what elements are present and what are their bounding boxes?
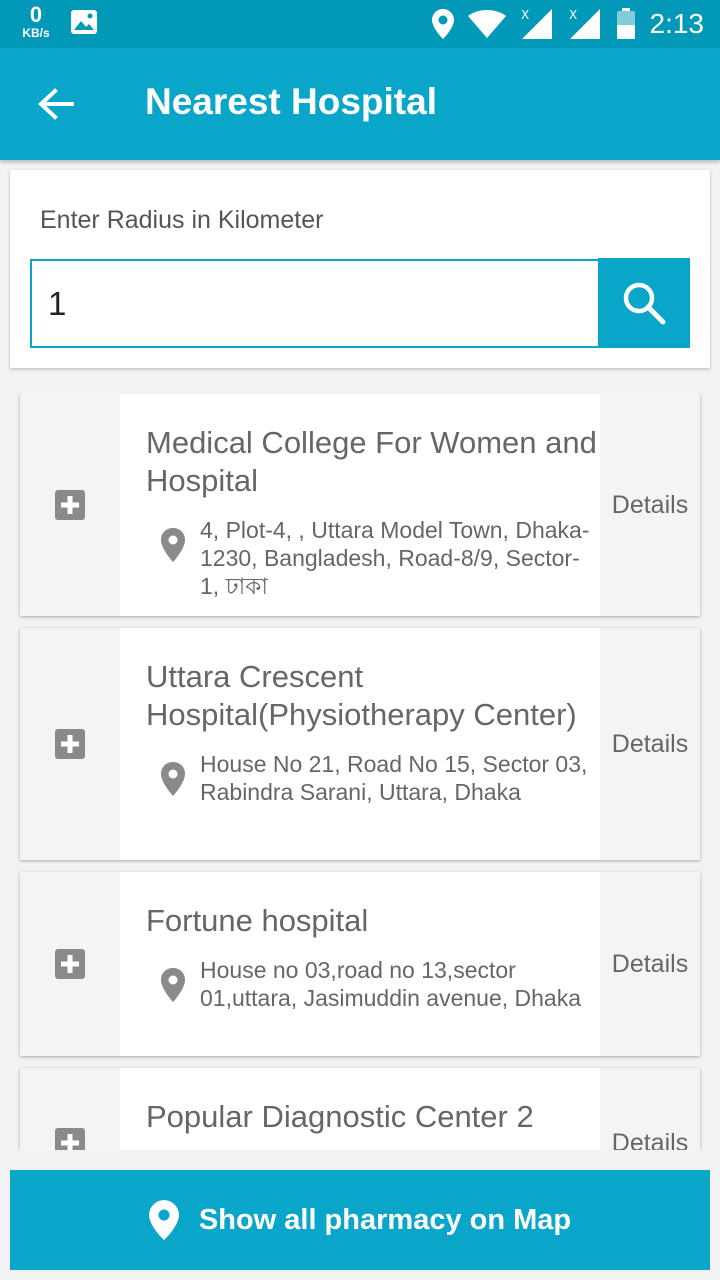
list-item-body[interactable]: Medical College For Women and Hospital 4… bbox=[120, 394, 600, 616]
hospital-name: Popular Diagnostic Center 2 bbox=[146, 1099, 534, 1134]
radius-input[interactable] bbox=[30, 259, 600, 348]
network-speed: 0 KB/s bbox=[16, 2, 56, 40]
app-bar: Nearest Hospital bbox=[0, 48, 720, 160]
location-icon bbox=[431, 9, 454, 39]
location-pin-icon bbox=[146, 516, 200, 562]
radius-label: Enter Radius in Kilometer bbox=[40, 206, 324, 234]
details-button[interactable]: Details bbox=[600, 1068, 700, 1151]
list-item[interactable]: Fortune hospital House no 03,road no 13,… bbox=[20, 872, 700, 1056]
hospital-name: Medical College For Women and Hospital bbox=[146, 425, 597, 498]
svg-text:X: X bbox=[521, 8, 529, 22]
hospital-address: House no 03,road no 13,sector 01,uttara,… bbox=[146, 956, 600, 1012]
status-left: 0 KB/s bbox=[16, 4, 98, 39]
clock: 2:13 bbox=[649, 8, 705, 39]
speed-value: 0 bbox=[29, 2, 43, 27]
hospital-cross-icon bbox=[20, 1068, 120, 1150]
list-item-body[interactable]: Uttara Crescent Hospital(Physiotherapy C… bbox=[120, 628, 600, 860]
hospital-cross-icon bbox=[20, 394, 120, 616]
hospital-cross-icon bbox=[20, 628, 120, 860]
hospital-address: 4, Plot-4, , Uttara Model Town, Dhaka-12… bbox=[146, 516, 600, 600]
show-map-button[interactable]: Show all pharmacy on Map bbox=[10, 1170, 710, 1270]
location-pin-icon bbox=[146, 750, 200, 796]
list-item-body[interactable]: Fortune hospital House no 03,road no 13,… bbox=[120, 872, 600, 1056]
address-text: 4, Plot-4, , Uttara Model Town, Dhaka-12… bbox=[200, 517, 590, 599]
address-text: House No 21, Road No 15, Sector 03, Rabi… bbox=[200, 751, 588, 805]
radius-card: Enter Radius in Kilometer bbox=[10, 170, 710, 368]
address-text: House no 03,road no 13,sector 01,uttara,… bbox=[200, 957, 582, 1011]
hospital-name: Uttara Crescent Hospital(Physiotherapy C… bbox=[146, 659, 577, 732]
speed-unit: KB/s bbox=[22, 26, 50, 40]
details-button[interactable]: Details bbox=[600, 394, 700, 616]
details-button[interactable]: Details bbox=[600, 872, 700, 1056]
battery-icon bbox=[616, 8, 635, 39]
hospital-cross-icon bbox=[20, 872, 120, 1056]
hospital-list[interactable]: Medical College For Women and Hospital 4… bbox=[0, 394, 720, 1150]
wifi-icon bbox=[467, 10, 506, 38]
hospital-address: House No 21, Road No 15, Sector 03, Rabi… bbox=[146, 750, 600, 806]
search-button[interactable] bbox=[598, 258, 690, 348]
list-item[interactable]: Medical College For Women and Hospital 4… bbox=[20, 394, 700, 616]
show-map-label: Show all pharmacy on Map bbox=[198, 1203, 572, 1236]
image-icon bbox=[71, 9, 97, 34]
location-pin-icon bbox=[148, 1200, 179, 1240]
svg-text:X: X bbox=[569, 8, 577, 22]
signal-icon-2: X bbox=[569, 8, 600, 39]
page-title: Nearest Hospital bbox=[145, 81, 437, 122]
list-item[interactable]: Uttara Crescent Hospital(Physiotherapy C… bbox=[20, 628, 700, 860]
details-button[interactable]: Details bbox=[600, 628, 700, 860]
signal-icon: X bbox=[521, 8, 552, 39]
search-icon bbox=[623, 282, 666, 325]
back-button[interactable] bbox=[26, 78, 86, 130]
list-item-body[interactable]: Popular Diagnostic Center 2 bbox=[120, 1068, 600, 1150]
location-pin-icon bbox=[146, 956, 200, 1002]
status-right: X X 2:13 bbox=[431, 0, 705, 48]
list-item[interactable]: Popular Diagnostic Center 2 Details bbox=[20, 1068, 700, 1150]
arrow-back-icon bbox=[38, 88, 74, 120]
hospital-name: Fortune hospital bbox=[146, 903, 369, 938]
status-bar: 0 KB/s X X 2:13 bbox=[0, 0, 720, 48]
